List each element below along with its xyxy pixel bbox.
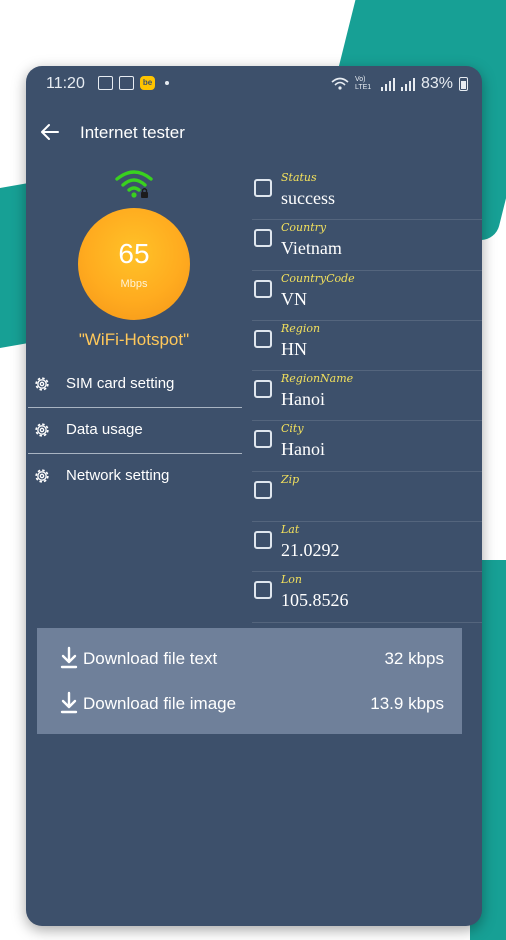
gear-icon <box>35 423 49 437</box>
checkbox[interactable] <box>254 329 272 348</box>
checkbox[interactable] <box>254 430 272 449</box>
status-time: 11:20 <box>46 75 85 92</box>
notification-icons: be <box>98 76 169 90</box>
message-icon <box>119 76 134 90</box>
be-app-icon: be <box>140 76 155 90</box>
info-row-zip: Zip <box>252 472 482 523</box>
checkbox[interactable] <box>254 581 272 600</box>
download-speed: 13.9 kbps <box>370 694 444 713</box>
image-icon <box>98 76 113 90</box>
speed-gauge[interactable]: 65 Mbps <box>78 208 190 320</box>
info-value: 105.8526 <box>281 590 349 611</box>
download-label: Download file text <box>83 649 218 668</box>
info-row-status: Status success <box>252 170 482 221</box>
info-value: 21.0292 <box>281 540 340 561</box>
info-label: Region <box>281 321 321 335</box>
menu-item-network-setting[interactable]: Network setting <box>28 454 242 499</box>
gear-icon <box>35 377 49 391</box>
download-panel: Download file text 32 kbps Download file… <box>37 628 462 734</box>
checkbox[interactable] <box>254 279 272 298</box>
signal-icon <box>380 77 395 91</box>
battery-icon <box>459 77 468 91</box>
info-value: Vietnam <box>281 238 342 259</box>
info-value: success <box>281 188 335 208</box>
app-bar: Internet tester <box>26 116 482 150</box>
download-file-text-row[interactable]: Download file text 32 kbps <box>37 640 462 680</box>
info-row-city: City Hanoi <box>252 421 482 472</box>
page-title: Internet tester <box>80 123 185 142</box>
info-label: City <box>281 422 304 436</box>
checkbox[interactable] <box>254 480 272 499</box>
info-row-country: Country Vietnam <box>252 220 482 271</box>
status-right: Vo) LTE1 83% <box>331 75 468 93</box>
download-speed: 32 kbps <box>384 649 444 668</box>
back-arrow-icon[interactable] <box>38 120 62 144</box>
checkbox[interactable] <box>254 531 272 550</box>
checkbox[interactable] <box>254 179 272 197</box>
network-type-label: Vo) LTE1 <box>354 76 372 91</box>
more-dot-icon <box>165 81 169 85</box>
info-label: RegionName <box>281 372 354 386</box>
info-row-lat: Lat 21.0292 <box>252 522 482 573</box>
status-bar: 11:20 be Vo) LTE1 83% <box>26 66 482 102</box>
info-value: Hanoi <box>281 389 325 410</box>
wifi-lock-icon <box>115 170 153 198</box>
info-value: Hanoi <box>281 439 325 460</box>
settings-menu: SIM card setting Data usage Network sett… <box>28 362 242 499</box>
download-file-image-row[interactable]: Download file image 13.9 kbps <box>37 685 462 725</box>
menu-item-sim-card-setting[interactable]: SIM card setting <box>28 362 242 408</box>
speed-value: 65 <box>118 238 150 269</box>
speed-unit: Mbps <box>120 278 148 290</box>
signal-icon <box>400 77 415 91</box>
info-row-countrycode: CountryCode VN <box>252 271 482 321</box>
info-label: Lon <box>281 573 303 587</box>
info-label: Lat <box>281 523 300 537</box>
network-name: "WiFi-Hotspot" <box>78 330 190 349</box>
info-label: CountryCode <box>281 271 355 285</box>
menu-label: Data usage <box>66 421 143 438</box>
info-row-region: Region HN <box>252 321 482 372</box>
checkbox[interactable] <box>254 229 272 248</box>
info-label: Status <box>281 171 317 184</box>
info-label: Country <box>281 221 327 235</box>
info-label: Zip <box>281 472 300 486</box>
wifi-status-icon <box>331 77 349 90</box>
info-value: HN <box>281 338 307 359</box>
menu-label: SIM card setting <box>66 375 175 392</box>
menu-item-data-usage[interactable]: Data usage <box>28 408 242 454</box>
info-row-regionname: RegionName Hanoi <box>252 371 482 422</box>
battery-percent: 83% <box>420 75 453 92</box>
info-value: VN <box>281 288 307 309</box>
download-icon <box>60 691 78 714</box>
ip-info-list: Status success Country Vietnam CountryCo… <box>252 170 482 623</box>
phone-screen: 11:20 be Vo) LTE1 83% Internet tester 65… <box>26 66 482 926</box>
download-label: Download file image <box>83 694 237 713</box>
menu-label: Network setting <box>66 467 170 484</box>
gear-icon <box>35 469 49 483</box>
download-icon <box>60 646 78 669</box>
checkbox[interactable] <box>254 380 272 399</box>
info-row-lon: Lon 105.8526 <box>252 572 482 623</box>
